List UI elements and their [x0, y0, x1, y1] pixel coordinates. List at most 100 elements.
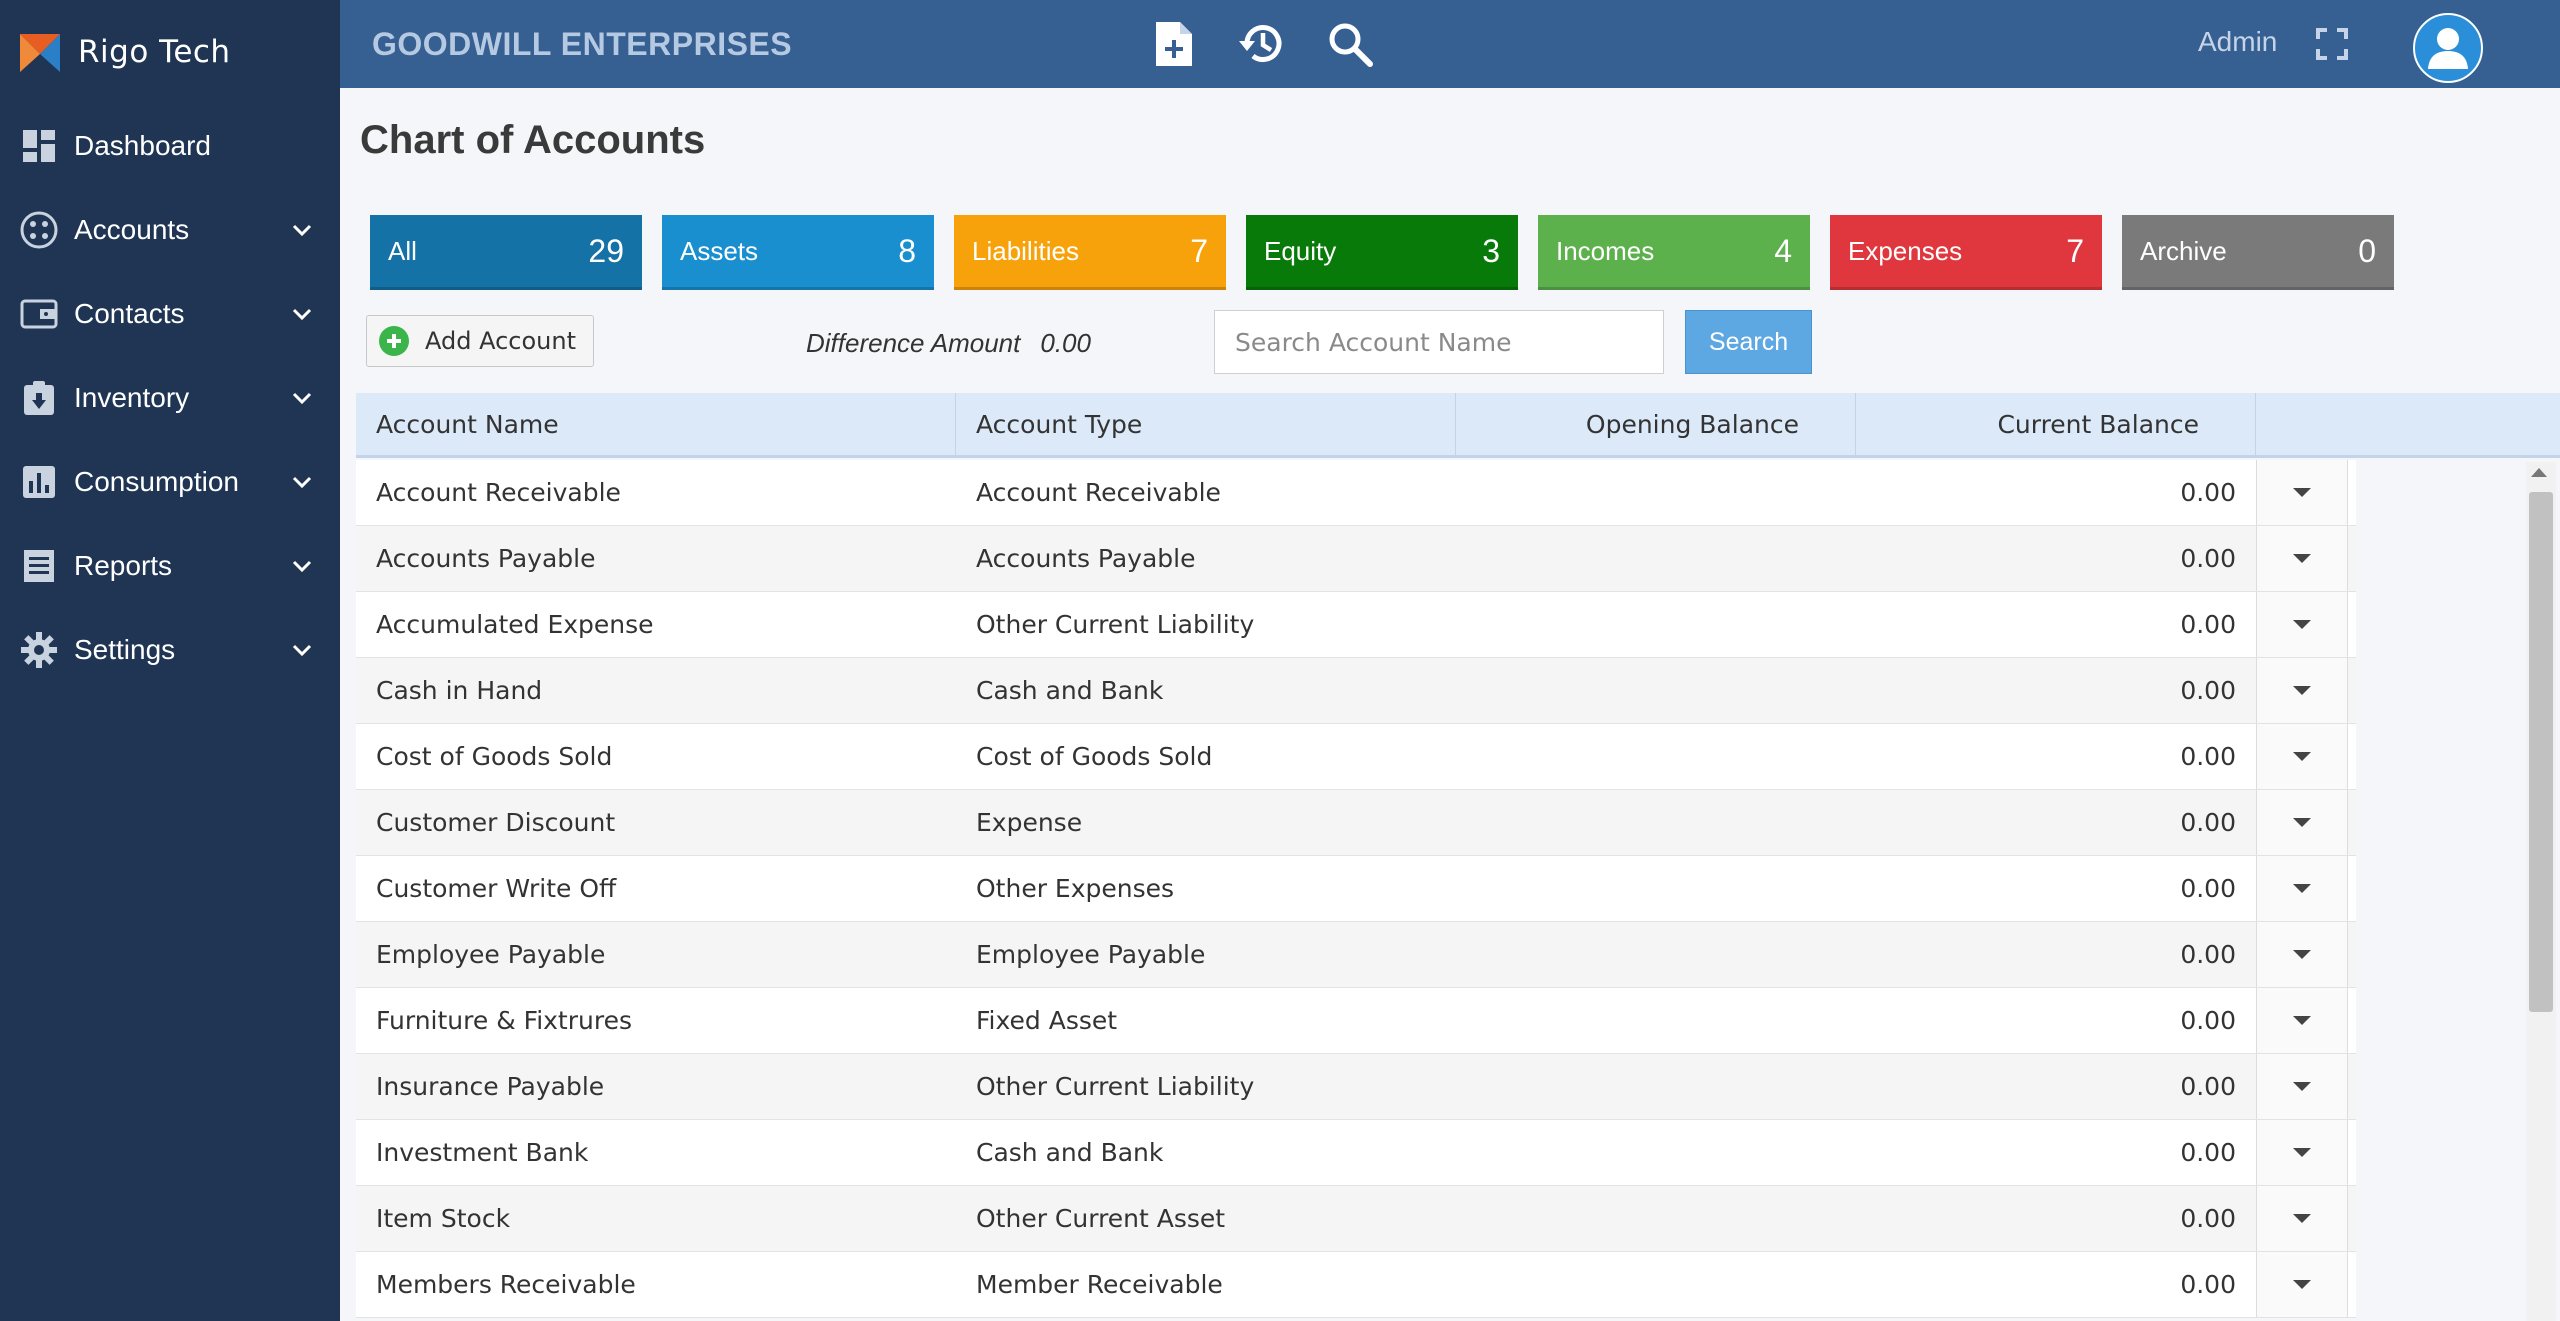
fullscreen-icon[interactable]: [2304, 16, 2360, 72]
scrollbar-thumb[interactable]: [2529, 492, 2553, 1012]
sidebar: Rigo Tech Dashboard Accounts Contacts In…: [0, 0, 340, 1321]
current-balance-cell: 0.00: [2180, 478, 2236, 507]
table-row[interactable]: Investment Bank Cash and Bank 0.00: [356, 1120, 2356, 1186]
column-header-opening-balance[interactable]: Opening Balance: [1456, 393, 1856, 455]
table-row[interactable]: Accounts Payable Accounts Payable 0.00: [356, 526, 2356, 592]
account-type-cell: Other Expenses: [976, 874, 1175, 903]
column-header-account-type[interactable]: Account Type: [956, 393, 1456, 455]
caret-down-icon: [2293, 1214, 2311, 1223]
caret-down-icon: [2293, 1280, 2311, 1289]
current-balance-cell: 0.00: [2180, 610, 2236, 639]
table-row[interactable]: Item Stock Other Current Asset 0.00: [356, 1186, 2356, 1252]
account-name-cell: Members Receivable: [376, 1270, 636, 1299]
category-count: 3: [1482, 232, 1500, 269]
table-row[interactable]: Account Receivable Account Receivable 0.00: [356, 460, 2356, 526]
plus-icon: [379, 326, 409, 356]
category-expenses[interactable]: Expenses 7: [1830, 215, 2102, 290]
table-row[interactable]: Furniture & Fixtrures Fixed Asset 0.00: [356, 988, 2356, 1054]
search-account-input[interactable]: [1214, 310, 1664, 374]
consumption-icon: [18, 461, 60, 503]
admin-label[interactable]: Admin: [2198, 26, 2277, 58]
add-account-button[interactable]: Add Account: [366, 315, 594, 367]
row-actions-dropdown[interactable]: [2256, 460, 2348, 525]
category-liabilities[interactable]: Liabilities 7: [954, 215, 1226, 290]
current-balance-cell: 0.00: [2180, 544, 2236, 573]
row-actions-dropdown[interactable]: [2256, 724, 2348, 789]
category-label: Archive: [2140, 235, 2227, 266]
opening-balance-cell: [1456, 988, 1856, 1053]
category-assets[interactable]: Assets 8: [662, 215, 934, 290]
account-name-cell: Furniture & Fixtrures: [376, 1006, 632, 1035]
account-name-cell: Accounts Payable: [376, 544, 596, 573]
caret-down-icon: [2293, 488, 2311, 497]
page-title: Chart of Accounts: [360, 118, 706, 162]
user-avatar-icon[interactable]: [2413, 13, 2483, 83]
sidebar-item-reports[interactable]: Reports: [0, 524, 340, 608]
category-equity[interactable]: Equity 3: [1246, 215, 1518, 290]
caret-down-icon: [2293, 686, 2311, 695]
opening-balance-cell: [1456, 460, 1856, 525]
sidebar-item-inventory[interactable]: Inventory: [0, 356, 340, 440]
table-row[interactable]: Customer Discount Expense 0.00: [356, 790, 2356, 856]
opening-balance-cell: [1456, 1252, 1856, 1317]
row-actions-dropdown[interactable]: [2256, 1252, 2348, 1317]
category-label: Equity: [1264, 235, 1337, 266]
category-all[interactable]: All 29: [370, 215, 642, 290]
row-actions-dropdown[interactable]: [2256, 592, 2348, 657]
account-type-cell: Cash and Bank: [976, 1138, 1164, 1167]
row-actions-dropdown[interactable]: [2256, 856, 2348, 921]
table-row[interactable]: Insurance Payable Other Current Liability…: [356, 1054, 2356, 1120]
row-actions-dropdown[interactable]: [2256, 526, 2348, 591]
chevron-down-icon: [290, 470, 314, 494]
column-header-account-name[interactable]: Account Name: [356, 393, 956, 455]
sidebar-item-contacts[interactable]: Contacts: [0, 272, 340, 356]
brand[interactable]: Rigo Tech: [0, 0, 340, 104]
account-type-cell: Cost of Goods Sold: [976, 742, 1213, 771]
row-actions-dropdown[interactable]: [2256, 790, 2348, 855]
row-actions-dropdown[interactable]: [2256, 1186, 2348, 1251]
row-actions-dropdown[interactable]: [2256, 988, 2348, 1053]
inventory-icon: [18, 377, 60, 419]
account-type-cell: Fixed Asset: [976, 1006, 1118, 1035]
opening-balance-cell: [1456, 526, 1856, 591]
category-label: Incomes: [1556, 235, 1655, 266]
table-row[interactable]: Members Receivable Member Receivable 0.00: [356, 1252, 2356, 1318]
account-type-cell: Cash and Bank: [976, 676, 1164, 705]
category-count: 7: [2066, 232, 2084, 269]
category-count: 4: [1774, 232, 1792, 269]
account-type-cell: Account Receivable: [976, 478, 1221, 507]
caret-down-icon: [2293, 1148, 2311, 1157]
account-type-cell: Employee Payable: [976, 940, 1206, 969]
category-label: Assets: [680, 235, 759, 266]
sidebar-item-label: Consumption: [74, 466, 239, 497]
history-icon[interactable]: [1234, 16, 1290, 72]
table-row[interactable]: Employee Payable Employee Payable 0.00: [356, 922, 2356, 988]
row-actions-dropdown[interactable]: [2256, 922, 2348, 987]
table-row[interactable]: Accumulated Expense Other Current Liabili…: [356, 592, 2356, 658]
sidebar-item-accounts[interactable]: Accounts: [0, 188, 340, 272]
column-header-current-balance[interactable]: Current Balance: [1856, 393, 2256, 455]
table-row[interactable]: Cash in Hand Cash and Bank 0.00: [356, 658, 2356, 724]
row-actions-dropdown[interactable]: [2256, 658, 2348, 723]
row-actions-dropdown[interactable]: [2256, 1120, 2348, 1185]
table-row[interactable]: Cost of Goods Sold Cost of Goods Sold 0.00: [356, 724, 2356, 790]
sidebar-item-consumption[interactable]: Consumption: [0, 440, 340, 524]
category-archive[interactable]: Archive 0: [2122, 215, 2394, 290]
difference-label: Difference Amount: [806, 328, 1021, 358]
sidebar-item-settings[interactable]: Settings: [0, 608, 340, 692]
search-icon[interactable]: [1322, 16, 1378, 72]
caret-down-icon: [2293, 554, 2311, 563]
search-button[interactable]: Search: [1685, 310, 1812, 374]
new-document-icon[interactable]: [1146, 16, 1202, 72]
table-row[interactable]: Customer Write Off Other Expenses 0.00: [356, 856, 2356, 922]
sidebar-item-dashboard[interactable]: Dashboard: [0, 104, 340, 188]
account-name-cell: Accumulated Expense: [376, 610, 654, 639]
category-incomes[interactable]: Incomes 4: [1538, 215, 1810, 290]
caret-down-icon: [2293, 818, 2311, 827]
scroll-up-arrow-icon[interactable]: [2531, 468, 2547, 477]
row-actions-dropdown[interactable]: [2256, 1054, 2348, 1119]
account-type-cell: Member Receivable: [976, 1270, 1223, 1299]
caret-down-icon: [2293, 752, 2311, 761]
difference-amount: Difference Amount 0.00: [806, 328, 1091, 359]
category-count: 29: [588, 232, 624, 269]
